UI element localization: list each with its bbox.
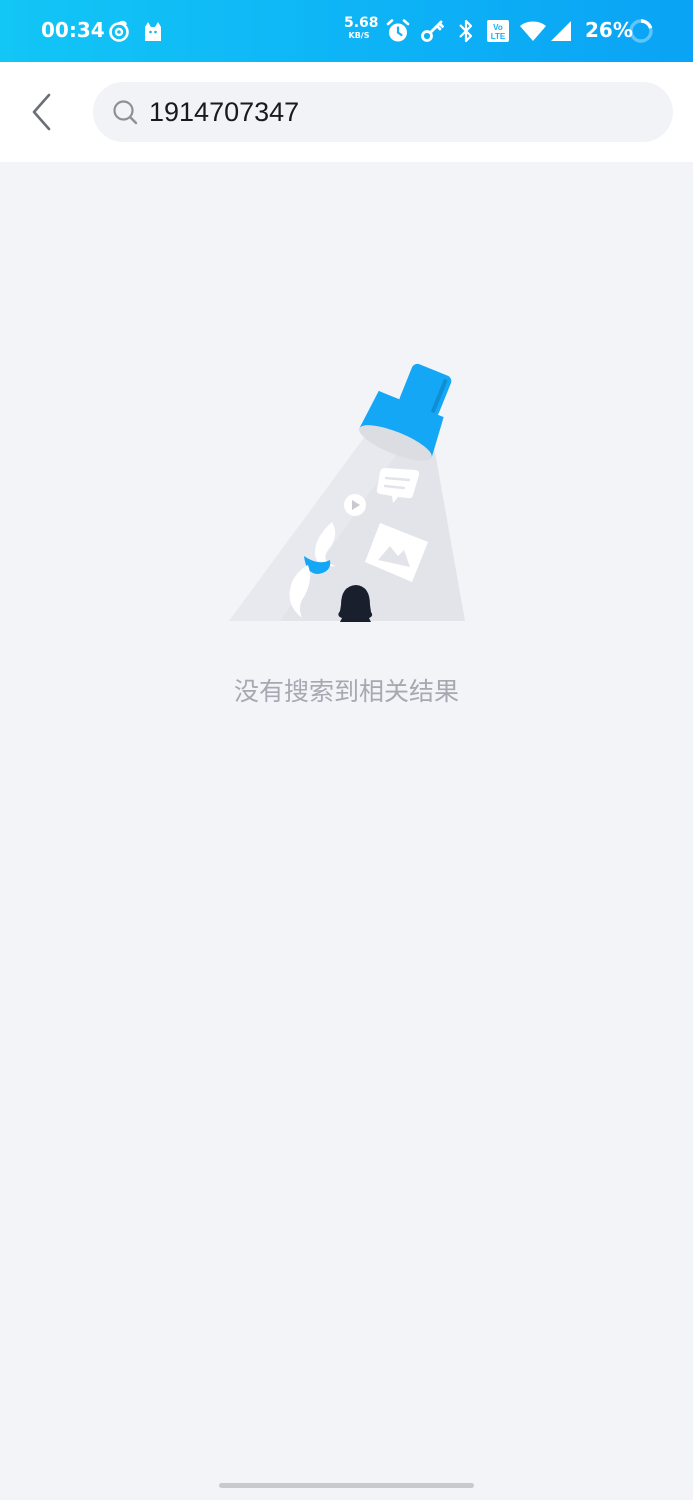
key-icon xyxy=(419,17,447,45)
status-time: 00:34 xyxy=(41,18,105,42)
battery-ring-icon xyxy=(627,17,655,45)
cat-app-icon xyxy=(140,17,166,45)
search-icon xyxy=(113,100,138,125)
volte-icon: Vo LTE xyxy=(486,17,510,45)
search-box[interactable] xyxy=(93,82,673,142)
play-icon xyxy=(344,494,366,516)
alarm-icon xyxy=(384,17,412,45)
battery-percent: 26% xyxy=(585,18,633,42)
back-button[interactable] xyxy=(22,90,62,134)
netease-music-icon xyxy=(106,17,132,45)
bluetooth-icon xyxy=(454,17,478,45)
status-bar: 00:34 5.68 KB/S Vo LTE 26% xyxy=(0,0,693,62)
search-input[interactable] xyxy=(149,82,649,142)
flashlight-search-illustration xyxy=(229,363,465,622)
net-speed-value: 5.68 xyxy=(344,15,379,31)
search-header xyxy=(0,62,693,162)
signal-icon xyxy=(548,17,574,45)
wifi-icon xyxy=(519,17,547,45)
svg-text:Vo: Vo xyxy=(493,23,503,32)
chevron-left-icon xyxy=(32,93,51,131)
net-speed-unit: KB/S xyxy=(348,31,370,40)
svg-text:LTE: LTE xyxy=(491,32,506,41)
empty-result-message: 没有搜索到相关结果 xyxy=(233,677,459,706)
net-speed: 5.68 KB/S xyxy=(344,15,379,40)
home-indicator[interactable] xyxy=(219,1483,474,1488)
